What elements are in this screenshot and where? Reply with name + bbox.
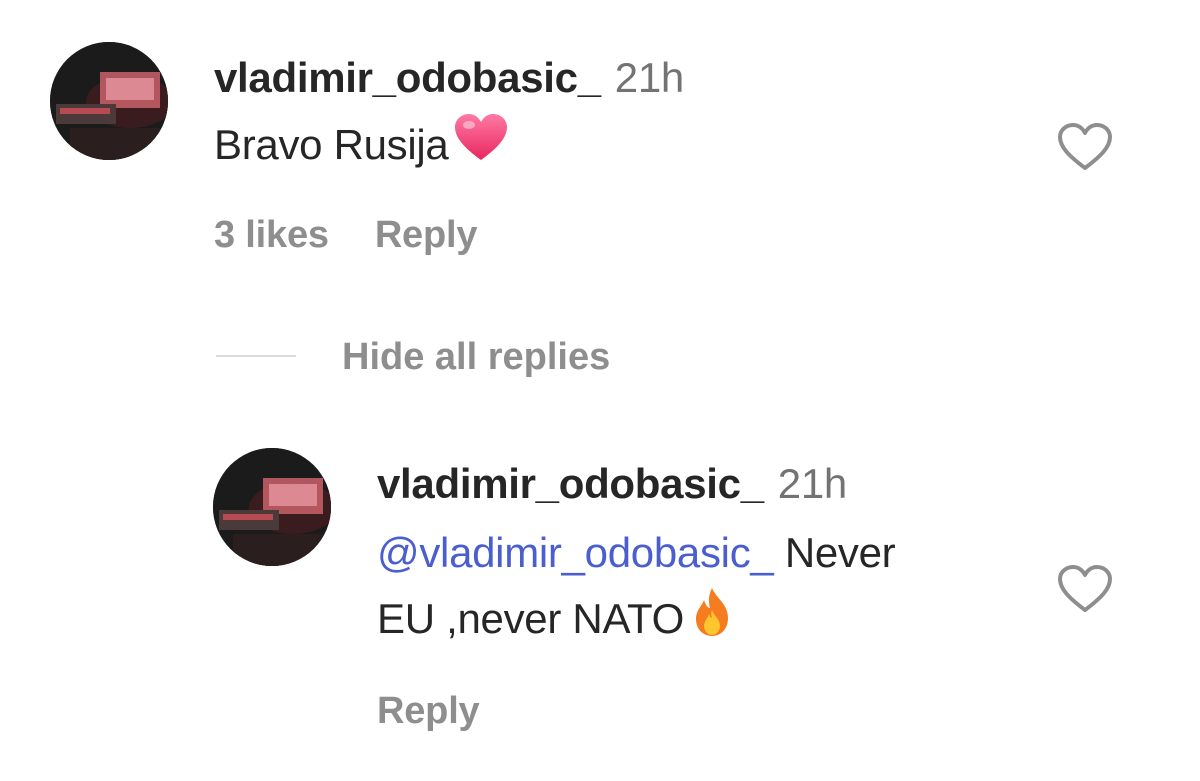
reply-meta: Reply — [377, 690, 480, 733]
comment-username[interactable]: vladimir_odobasic_ 21h — [214, 54, 684, 102]
reply-avatar[interactable] — [213, 448, 331, 566]
likes-count[interactable]: 3 likes — [214, 214, 329, 256]
comment-text: Bravo Rusija — [214, 112, 509, 182]
reply-text-line1: Never — [773, 529, 896, 576]
replies-divider — [216, 355, 296, 357]
reply-button[interactable]: Reply — [375, 214, 478, 256]
reply-like-heart-icon[interactable] — [1057, 564, 1113, 614]
reply-time: 21h — [777, 460, 847, 507]
comment-meta: 3 likes Reply — [214, 214, 477, 257]
reply-reply-button[interactable]: Reply — [377, 690, 480, 732]
reply-text-line2: EU ,never NATO — [377, 595, 685, 642]
reply-username[interactable]: vladimir_odobasic_ 21h — [377, 460, 847, 508]
hide-all-replies-button[interactable]: Hide all replies — [342, 336, 610, 379]
reply-username-text[interactable]: vladimir_odobasic_ — [377, 460, 764, 507]
username-text[interactable]: vladimir_odobasic_ — [214, 54, 601, 101]
reply-text: @vladimir_odobasic_ Never EU ,never NATO — [377, 520, 1027, 657]
comment-time: 21h — [614, 54, 684, 101]
avatar[interactable] — [50, 42, 168, 160]
mention-link[interactable]: @vladimir_odobasic_ — [377, 529, 774, 576]
comment-body: Bravo Rusija — [214, 121, 449, 168]
like-heart-icon[interactable] — [1057, 122, 1113, 172]
pink-heart-icon — [453, 113, 509, 182]
fire-icon — [692, 586, 732, 657]
